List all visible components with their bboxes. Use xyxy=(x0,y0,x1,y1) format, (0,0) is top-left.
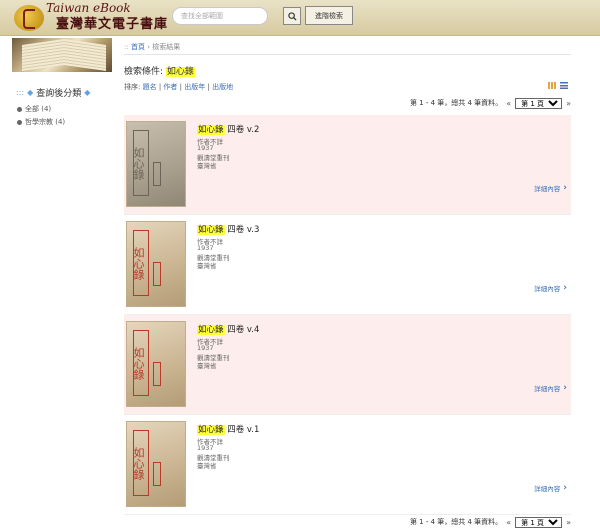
facet-heading-label: 查詢後分類 xyxy=(36,89,82,99)
breadcrumb-separator: › xyxy=(147,43,150,51)
breadcrumb-current: 檢索結果 xyxy=(152,43,181,51)
next-page-button[interactable]: » xyxy=(566,518,571,527)
dots-icon: ::: xyxy=(16,88,25,97)
result-place: 臺灣省 xyxy=(197,262,217,270)
result-year: 1937 xyxy=(197,444,214,452)
logo-emblem xyxy=(14,5,44,31)
next-page-button[interactable]: » xyxy=(566,99,571,108)
logo-chinese: 臺灣華文電子書庫 xyxy=(56,17,169,32)
result-year: 1937 xyxy=(197,344,214,352)
sidebar-book-image xyxy=(12,38,112,72)
result-item: 如心錄 如心錄 四卷 v.1 作者不詳 1937 觀濤堂重刊 臺灣省 詳細內容 › xyxy=(124,415,571,515)
result-year: 1937 xyxy=(197,244,214,252)
diamond-icon: ◆ xyxy=(27,88,34,97)
result-item: 如心錄 如心錄 四卷 v.2 作者不詳 1937 觀濤堂重刊 臺灣省 詳細內容 › xyxy=(124,115,571,215)
prev-page-button[interactable]: « xyxy=(506,99,511,108)
detail-link[interactable]: 詳細內容 › xyxy=(534,283,567,293)
facet-label: 哲學宗教 (4) xyxy=(25,118,66,126)
breadcrumb-home[interactable]: 首頁 xyxy=(131,43,145,51)
sort-bar: 排序: 題名 | 作者 | 出版年 | 出版地 xyxy=(124,83,234,91)
breadcrumb: :: 首頁 › 檢索結果 xyxy=(124,43,181,51)
sort-place-link[interactable]: 出版地 xyxy=(212,83,233,91)
prev-page-button[interactable]: « xyxy=(506,518,511,527)
sort-year-link[interactable]: 出版年 xyxy=(184,83,205,91)
cover-title: 如心錄 xyxy=(133,130,149,196)
bullet-icon xyxy=(17,119,22,125)
facet-label: 全部 (4) xyxy=(25,105,52,113)
search-input[interactable] xyxy=(172,7,268,25)
book-cover[interactable]: 如心錄 xyxy=(126,321,186,407)
book-cover[interactable]: 如心錄 xyxy=(126,121,186,207)
result-title[interactable]: 如心錄 四卷 v.1 xyxy=(197,423,259,435)
facet-item-philosophy[interactable]: 哲學宗教 (4) xyxy=(17,117,65,127)
page-select[interactable]: 第 1 頁 xyxy=(515,516,563,528)
search-button[interactable] xyxy=(283,7,301,25)
grid-view-icon[interactable] xyxy=(548,82,556,89)
book-cover[interactable]: 如心錄 xyxy=(126,421,186,507)
pager-bottom: 第 1 - 4 筆，總共 4 筆資料。 « 第 1 頁 » xyxy=(395,516,571,528)
cover-title: 如心錄 xyxy=(133,230,149,296)
cover-title: 如心錄 xyxy=(133,330,149,396)
result-title[interactable]: 如心錄 四卷 v.4 xyxy=(197,323,259,335)
chevron-right-icon: › xyxy=(563,183,567,193)
cover-title: 如心錄 xyxy=(133,430,149,496)
book-cover[interactable]: 如心錄 xyxy=(126,221,186,307)
result-title[interactable]: 如心錄 四卷 v.3 xyxy=(197,223,259,235)
criteria-term: 如心錄 xyxy=(165,67,195,77)
sort-label: 排序: xyxy=(124,83,141,91)
facet-item-all[interactable]: 全部 (4) xyxy=(17,104,51,114)
search-criteria: 檢索條件: 如心錄 xyxy=(124,64,195,77)
result-place: 臺灣省 xyxy=(197,462,217,470)
bullet-icon xyxy=(17,106,22,112)
criteria-label: 檢索條件: xyxy=(124,67,164,77)
detail-link[interactable]: 詳細內容 › xyxy=(534,483,567,493)
divider xyxy=(124,54,571,55)
chevron-right-icon: › xyxy=(563,283,567,293)
pager-summary: 第 1 - 4 筆，總共 4 筆資料。 xyxy=(409,518,503,526)
pager-summary: 第 1 - 4 筆，總共 4 筆資料。 xyxy=(409,99,503,107)
result-place: 臺灣省 xyxy=(197,162,217,170)
facet-heading: ::: ◆ 查詢後分類 ◆ xyxy=(16,86,90,99)
pager-top: 第 1 - 4 筆，總共 4 筆資料。 « 第 1 頁 » xyxy=(395,97,571,109)
page-select[interactable]: 第 1 頁 xyxy=(515,97,563,109)
sort-author-link[interactable]: 作者 xyxy=(163,83,177,91)
diamond-icon: ◆ xyxy=(84,88,91,97)
detail-link[interactable]: 詳細內容 › xyxy=(534,183,567,193)
chevron-right-icon: › xyxy=(563,483,567,493)
advanced-search-button[interactable]: 進階檢索 xyxy=(305,6,353,25)
search-icon xyxy=(287,11,297,21)
result-title[interactable]: 如心錄 四卷 v.2 xyxy=(197,123,259,135)
result-item: 如心錄 如心錄 四卷 v.4 作者不詳 1937 觀濤堂重刊 臺灣省 詳細內容 › xyxy=(124,315,571,415)
sort-title-link[interactable]: 題名 xyxy=(143,83,157,91)
site-logo[interactable]: Taiwan eBook 臺灣華文電子書庫 xyxy=(10,1,167,35)
result-year: 1937 xyxy=(197,144,214,152)
result-place: 臺灣省 xyxy=(197,362,217,370)
chevron-right-icon: › xyxy=(563,383,567,393)
list-view-icon[interactable] xyxy=(560,82,568,89)
result-item: 如心錄 如心錄 四卷 v.3 作者不詳 1937 觀濤堂重刊 臺灣省 詳細內容 › xyxy=(124,215,571,315)
detail-link[interactable]: 詳細內容 › xyxy=(534,383,567,393)
site-header: Taiwan eBook 臺灣華文電子書庫 進階檢索 xyxy=(0,0,600,36)
